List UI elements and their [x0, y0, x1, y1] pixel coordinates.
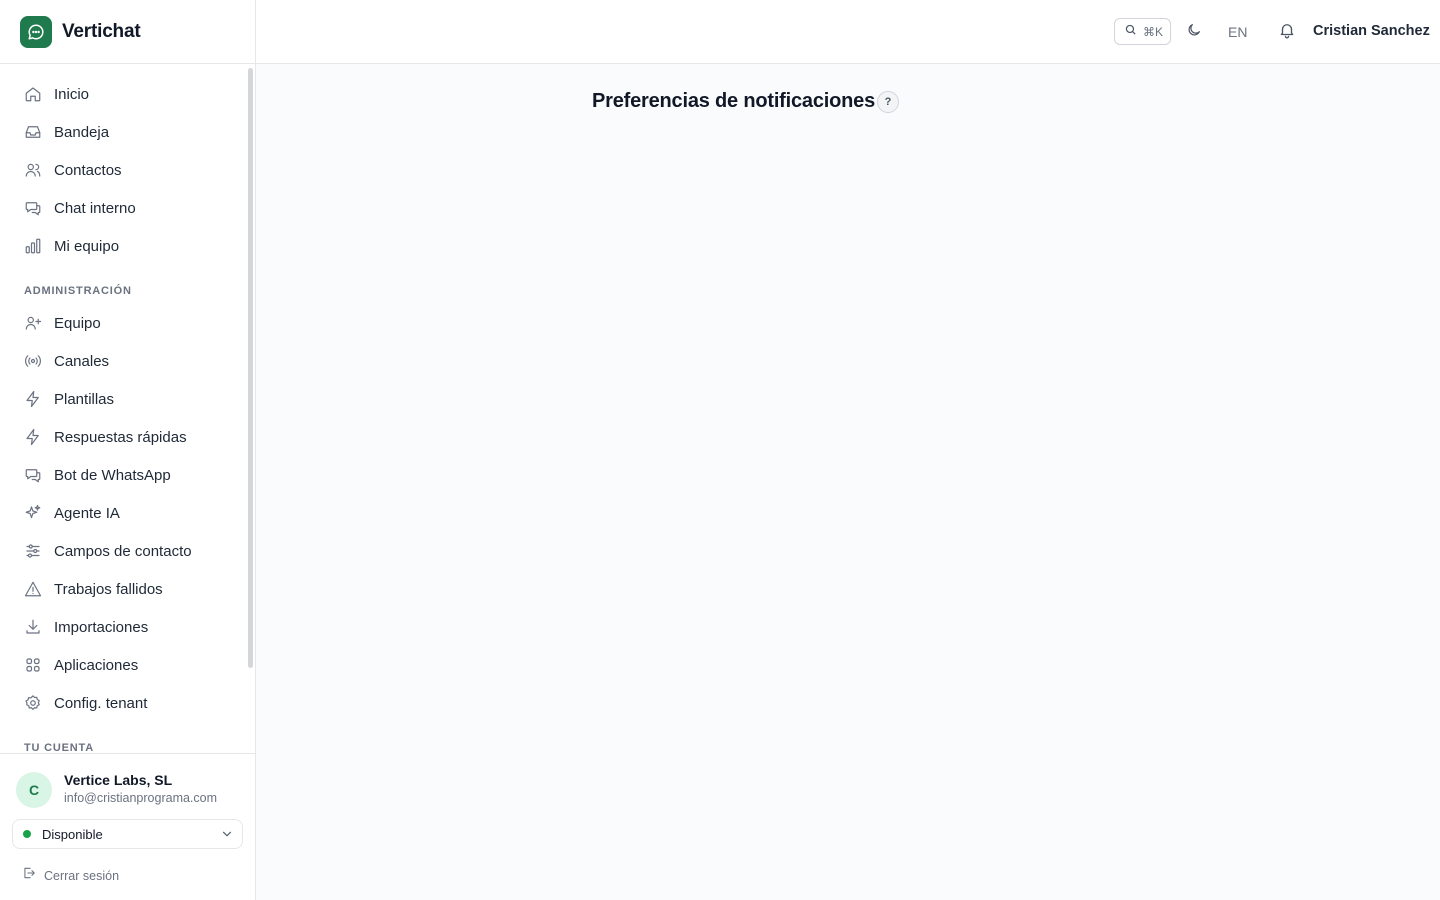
- sidebar-item-label: Canales: [54, 352, 110, 370]
- brand-name: Vertichat: [62, 20, 141, 42]
- sidebar-item-respuestas-rapidas[interactable]: Respuestas rápidas: [12, 420, 238, 454]
- sidebar-item-label: Mi equipo: [54, 237, 120, 255]
- sidebar-item-mi-equipo[interactable]: Mi equipo: [12, 229, 238, 263]
- sidebar-item-label: Chat interno: [54, 199, 136, 217]
- sidebar-item-label: Aplicaciones: [54, 656, 139, 674]
- sidebar-scrollbar[interactable]: [248, 68, 253, 668]
- section-title-account: TU CUENTA: [24, 742, 94, 753]
- sidebar-item-label: Plantillas: [54, 390, 115, 408]
- status-dot: [23, 830, 31, 838]
- warning-icon: [24, 580, 42, 598]
- search-icon: [1124, 23, 1137, 41]
- sidebar-item-label: Equipo: [54, 314, 101, 332]
- sidebar-item-label: Contactos: [54, 161, 122, 179]
- theme-toggle-button[interactable]: [1185, 23, 1203, 41]
- page-title: Preferencias de notificaciones: [592, 90, 876, 112]
- chat-icon: [24, 199, 42, 217]
- help-button[interactable]: ?: [877, 91, 899, 113]
- chat-logo-icon: [20, 15, 52, 48]
- grid-icon: [24, 656, 42, 674]
- sidebar-item-importaciones[interactable]: Importaciones: [12, 610, 238, 644]
- sidebar-item-inicio[interactable]: Inicio: [12, 77, 238, 111]
- sidebar-item-config-tenant[interactable]: Config. tenant: [12, 686, 238, 720]
- user-plus-icon: [24, 314, 42, 332]
- sidebar-item-label: Campos de contacto: [54, 542, 192, 560]
- sidebar-item-label: Config. tenant: [54, 694, 148, 712]
- account-email: info@cristianprograma.com: [64, 791, 218, 805]
- sidebar-item-label: Importaciones: [54, 618, 149, 636]
- status-select[interactable]: Disponible: [12, 819, 243, 849]
- gear-icon: [24, 694, 42, 712]
- sidebar-item-campos-contacto[interactable]: Campos de contacto: [12, 534, 238, 568]
- sidebar-item-bandeja[interactable]: Bandeja: [12, 115, 238, 149]
- sidebar-item-label: Bot de WhatsApp: [54, 466, 171, 484]
- home-icon: [24, 85, 42, 103]
- topbar: ⌘K EN Cristian Sanchez: [256, 0, 1440, 64]
- inbox-icon: [24, 123, 42, 141]
- logout-button[interactable]: Cerrar sesión: [22, 866, 119, 885]
- sidebar-item-agente-ia[interactable]: Agente IA: [12, 496, 238, 530]
- brand[interactable]: Vertichat: [0, 0, 255, 64]
- sidebar: Vertichat Inicio Bandeja Contactos Chat …: [0, 0, 256, 900]
- avatar[interactable]: C: [16, 772, 52, 808]
- search-button[interactable]: ⌘K: [1114, 18, 1171, 45]
- zap-icon: [24, 428, 42, 446]
- logout-icon: [22, 866, 36, 885]
- download-icon: [24, 618, 42, 636]
- sidebar-item-canales[interactable]: Canales: [12, 344, 238, 378]
- user-menu[interactable]: Cristian Sanchez: [1313, 23, 1430, 39]
- sidebar-nav[interactable]: Inicio Bandeja Contactos Chat interno Mi…: [0, 64, 255, 753]
- sidebar-item-chat-interno[interactable]: Chat interno: [12, 191, 238, 225]
- sidebar-item-trabajos-fallidos[interactable]: Trabajos fallidos: [12, 572, 238, 606]
- radio-icon: [24, 352, 42, 370]
- account-panel: C Vertice Labs, SL info@cristianprograma…: [0, 753, 255, 900]
- zap-icon: [24, 390, 42, 408]
- status-label: Disponible: [42, 826, 103, 842]
- sparkles-icon: [24, 504, 42, 522]
- moon-icon: [1186, 22, 1202, 43]
- sidebar-item-bot-whatsapp[interactable]: Bot de WhatsApp: [12, 458, 238, 492]
- users-icon: [24, 161, 42, 179]
- bell-icon: [1278, 21, 1296, 44]
- sidebar-item-contactos[interactable]: Contactos: [12, 153, 238, 187]
- notifications-button[interactable]: [1277, 22, 1297, 42]
- sidebar-item-label: Trabajos fallidos: [54, 580, 163, 598]
- sidebar-item-label: Inicio: [54, 85, 90, 103]
- sidebar-item-aplicaciones[interactable]: Aplicaciones: [12, 648, 238, 682]
- language-button[interactable]: EN: [1228, 24, 1247, 40]
- sidebar-item-label: Bandeja: [54, 123, 110, 141]
- sidebar-item-label: Agente IA: [54, 504, 120, 522]
- sidebar-item-label: Respuestas rápidas: [54, 428, 187, 446]
- section-title-admin: ADMINISTRACIÓN: [24, 285, 132, 297]
- search-shortcut: ⌘K: [1143, 24, 1164, 39]
- sidebar-item-equipo[interactable]: Equipo: [12, 306, 238, 340]
- sliders-icon: [24, 542, 42, 560]
- sidebar-item-plantillas[interactable]: Plantillas: [12, 382, 238, 416]
- chat-icon: [24, 466, 42, 484]
- logout-label: Cerrar sesión: [44, 868, 120, 883]
- bar-chart-icon: [24, 237, 42, 255]
- org-name: Vertice Labs, SL: [64, 772, 173, 788]
- chevron-down-icon: [220, 827, 234, 846]
